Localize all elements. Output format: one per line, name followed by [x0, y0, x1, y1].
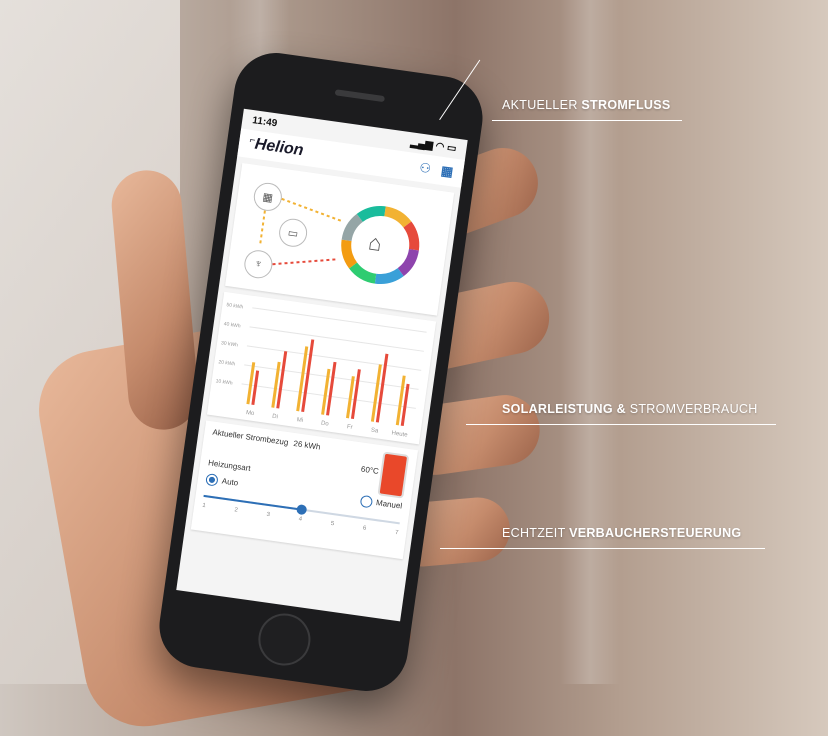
x-tick-label: Sa [371, 428, 380, 435]
slider-tick: 2 [233, 507, 239, 514]
flow-arrows [259, 197, 420, 285]
ring-segment [349, 262, 377, 284]
ring-segment [383, 206, 412, 228]
status-time: 11:49 [251, 114, 278, 129]
y-tick-label: 10 kWh [215, 378, 233, 386]
y-tick-label: 30 kWh [221, 340, 239, 348]
x-tick-label: Heute [391, 430, 408, 438]
x-tick-label: Mi [296, 417, 303, 424]
slider-thumb[interactable] [296, 504, 308, 516]
phone: 11:49 ▂▄▆ ◠ ▭ ⌐Helion ⚇ ▦ ▦ ▭ ♆ ⌂ 50 kWh… [154, 47, 488, 697]
x-tick-label: Mo [246, 410, 256, 417]
brand-logo: ⌐Helion [248, 134, 305, 160]
slider-tick: 6 [362, 525, 367, 532]
callout-line [466, 424, 776, 425]
y-tick-label: 20 kWh [218, 359, 236, 367]
slider-tick: 4 [298, 516, 303, 523]
slider-tick: 1 [201, 502, 206, 510]
temperature-value: 60°C [360, 464, 380, 476]
y-tick-label: 40 kWh [223, 321, 241, 329]
ring-segment [403, 221, 420, 251]
user-icon[interactable]: ⚇ [418, 160, 432, 177]
consumer-control-card[interactable]: Aktueller Strombezug 26 kWh 60°C Heizung… [190, 420, 419, 560]
radio-auto[interactable]: Auto [205, 473, 239, 489]
home-button[interactable] [255, 610, 314, 669]
signal-wifi-battery-icons: ▂▄▆ ◠ ▭ [409, 136, 458, 155]
x-tick-label: Fr [346, 424, 352, 431]
slider-tick: 3 [266, 511, 271, 519]
phone-speaker [334, 89, 386, 103]
ring-segment [374, 267, 404, 285]
callout-verbrauchersteuerung: ECHTZEIT VERBAUCHERSTEUERUNG [502, 526, 742, 540]
energy-flow-card[interactable]: ▦ ▭ ♆ ⌂ [225, 163, 455, 316]
boiler-icon [377, 451, 410, 499]
grid-line [252, 307, 427, 333]
consumption-chart: 50 kWh 40 kWh 30 kWh 20 kWh 10 kWh Mo Di Mi Do Fr… [215, 302, 427, 439]
callout-line [440, 548, 765, 549]
slider-tick: 5 [330, 520, 335, 528]
ring-segment [341, 239, 358, 269]
chart-card[interactable]: 50 kWh 40 kWh 30 kWh 20 kWh 10 kWh Mo Di Mi Do Fr… [206, 291, 437, 445]
solar-panel-icon[interactable]: ▦ [440, 163, 454, 181]
grid-line [249, 326, 424, 352]
y-tick-label: 50 kWh [226, 302, 244, 310]
slider-tick: 7 [394, 529, 399, 537]
consumption-value: 26 kWh [292, 438, 322, 452]
callout-solarleistung: SOLARLEISTUNG & STROMVERBRAUCH [502, 402, 758, 416]
ring-segment [397, 248, 419, 277]
ring-segment [356, 206, 386, 223]
callout-stromfluss: AKTUELLER STROMFLUSS [502, 98, 671, 112]
ring-segment [341, 213, 364, 242]
x-tick-label: Do [321, 421, 330, 428]
x-tick-label: Di [272, 414, 278, 421]
callout-line [492, 120, 682, 121]
